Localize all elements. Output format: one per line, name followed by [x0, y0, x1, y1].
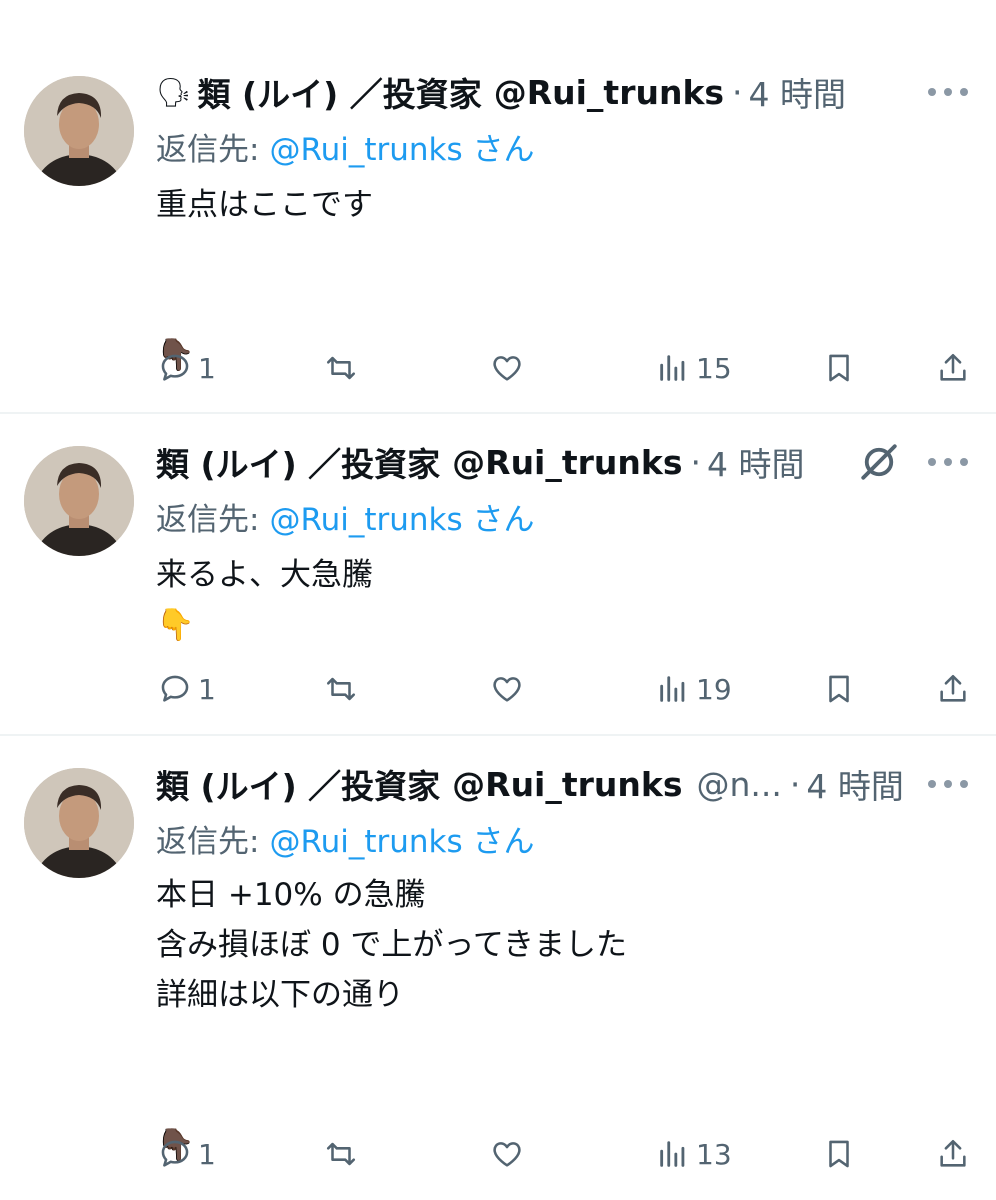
- reply-to: 返信先: @Rui_trunks さん: [156, 816, 535, 861]
- reply-to: 返信先: @Rui_trunks さん: [156, 494, 535, 539]
- timestamp[interactable]: 4 時間: [707, 438, 805, 486]
- separator-dot: ·: [690, 442, 702, 482]
- view-count: 19: [696, 672, 732, 706]
- more-dot: [960, 88, 968, 96]
- display-name[interactable]: 類 (ルイ) ／投資家: [156, 438, 440, 486]
- bookmark-icon: [829, 675, 849, 703]
- more-dots-icon: [928, 780, 936, 788]
- share-button[interactable]: [936, 669, 970, 709]
- tweet-actions: 1 13: [0, 1134, 996, 1174]
- more-dot: [944, 458, 952, 466]
- more-dots-icon: [928, 88, 936, 96]
- bookmark-button[interactable]: [822, 348, 856, 388]
- reply-count: 1: [198, 1137, 216, 1171]
- view-count: 13: [696, 1137, 732, 1171]
- reply-button[interactable]: 1: [158, 348, 216, 388]
- grok-icon: [861, 444, 897, 480]
- more-button[interactable]: [928, 774, 968, 794]
- share-button[interactable]: [936, 1134, 970, 1174]
- tweet-divider: [0, 734, 996, 736]
- views-button[interactable]: 15: [656, 348, 732, 388]
- avatar-photo: [24, 446, 134, 556]
- tweet-header: 類 (ルイ) ／投資家 @Rui_trunks @n... · 4 時間: [156, 760, 904, 808]
- retweet-icon: [326, 1142, 356, 1166]
- more-dot: [944, 88, 952, 96]
- reply-handle-link[interactable]: @Rui_trunks さん: [269, 502, 534, 538]
- heart-icon: [493, 1142, 521, 1167]
- speech-bubble-icon: [161, 354, 189, 381]
- share-icon: [940, 353, 966, 381]
- avatar[interactable]: [24, 446, 134, 556]
- share-icon: [940, 674, 966, 702]
- speech-bubble-icon: [161, 675, 189, 702]
- user-handle[interactable]: @Rui_trunks: [494, 73, 724, 112]
- share-button[interactable]: [936, 348, 970, 388]
- heart-icon: [493, 356, 521, 381]
- bar-chart-icon: [660, 355, 685, 381]
- reply-prefix: 返信先:: [156, 502, 260, 538]
- user-handle[interactable]: @Rui_trunks: [452, 443, 682, 482]
- avatar[interactable]: [24, 76, 134, 186]
- retweet-icon: [326, 356, 356, 380]
- more-dot: [960, 458, 968, 466]
- views-button[interactable]: 19: [656, 669, 732, 709]
- more-dots-icon: [928, 458, 936, 466]
- timestamp[interactable]: 4 時間: [749, 68, 847, 116]
- tweet-text: 本日 +10% の急騰 含み損ほぼ 0 で上がってきました 詳細は以下の通り 👇…: [156, 877, 627, 1163]
- reply-count: 1: [198, 351, 216, 385]
- more-dot: [944, 780, 952, 788]
- like-button[interactable]: [490, 669, 530, 709]
- tweet-header: 🗣 類 (ルイ) ／投資家 @Rui_trunks · 4 時間: [156, 68, 847, 116]
- tweet-text: 来るよ、大急騰 👇: [156, 557, 373, 643]
- more-button[interactable]: [928, 82, 968, 102]
- reply-prefix: 返信先:: [156, 824, 260, 860]
- bookmark-icon: [829, 1140, 849, 1168]
- retweet-button[interactable]: [324, 669, 364, 709]
- heart-icon: [493, 677, 521, 702]
- avatar[interactable]: [24, 768, 134, 878]
- separator-dot: ·: [789, 764, 801, 804]
- timestamp[interactable]: 4 時間: [806, 760, 904, 808]
- reply-handle-link[interactable]: @Rui_trunks さん: [269, 824, 534, 860]
- tweet-divider: [0, 412, 996, 414]
- reply-to: 返信先: @Rui_trunks さん: [156, 124, 535, 169]
- grok-button[interactable]: [858, 441, 900, 483]
- reply-count: 1: [198, 672, 216, 706]
- views-button[interactable]: 13: [656, 1134, 732, 1174]
- display-name[interactable]: 類 (ルイ) ／投資家: [198, 68, 482, 116]
- more-dot: [960, 780, 968, 788]
- speaking-head-icon: 🗣: [156, 75, 192, 109]
- bookmark-icon: [829, 354, 849, 382]
- tweet-header: 類 (ルイ) ／投資家 @Rui_trunks · 4 時間: [156, 438, 805, 486]
- tweet-actions: 1 19: [0, 669, 996, 709]
- bookmark-button[interactable]: [822, 1134, 856, 1174]
- retweet-button[interactable]: [324, 1134, 364, 1174]
- display-name[interactable]: 類 (ルイ) ／投資家: [156, 760, 440, 808]
- separator-dot: ·: [732, 72, 743, 112]
- avatar-photo: [24, 768, 134, 878]
- more-button[interactable]: [928, 452, 968, 472]
- tweet-actions: 1 15: [0, 348, 996, 388]
- reply-handle-link[interactable]: @Rui_trunks さん: [269, 132, 534, 168]
- reply-button[interactable]: 1: [158, 1134, 216, 1174]
- retweet-button[interactable]: [324, 348, 364, 388]
- reply-prefix: 返信先:: [156, 132, 260, 168]
- like-button[interactable]: [490, 1134, 530, 1174]
- reply-button[interactable]: 1: [158, 669, 216, 709]
- share-icon: [940, 1139, 966, 1167]
- bar-chart-icon: [660, 1141, 685, 1167]
- bookmark-button[interactable]: [822, 669, 856, 709]
- avatar-photo: [24, 76, 134, 186]
- retweet-icon: [326, 677, 356, 701]
- like-button[interactable]: [490, 348, 530, 388]
- bar-chart-icon: [660, 676, 685, 702]
- view-count: 15: [696, 351, 732, 385]
- speech-bubble-icon: [161, 1140, 189, 1167]
- mention-truncated: @n...: [696, 764, 782, 804]
- user-handle[interactable]: @Rui_trunks: [452, 765, 682, 804]
